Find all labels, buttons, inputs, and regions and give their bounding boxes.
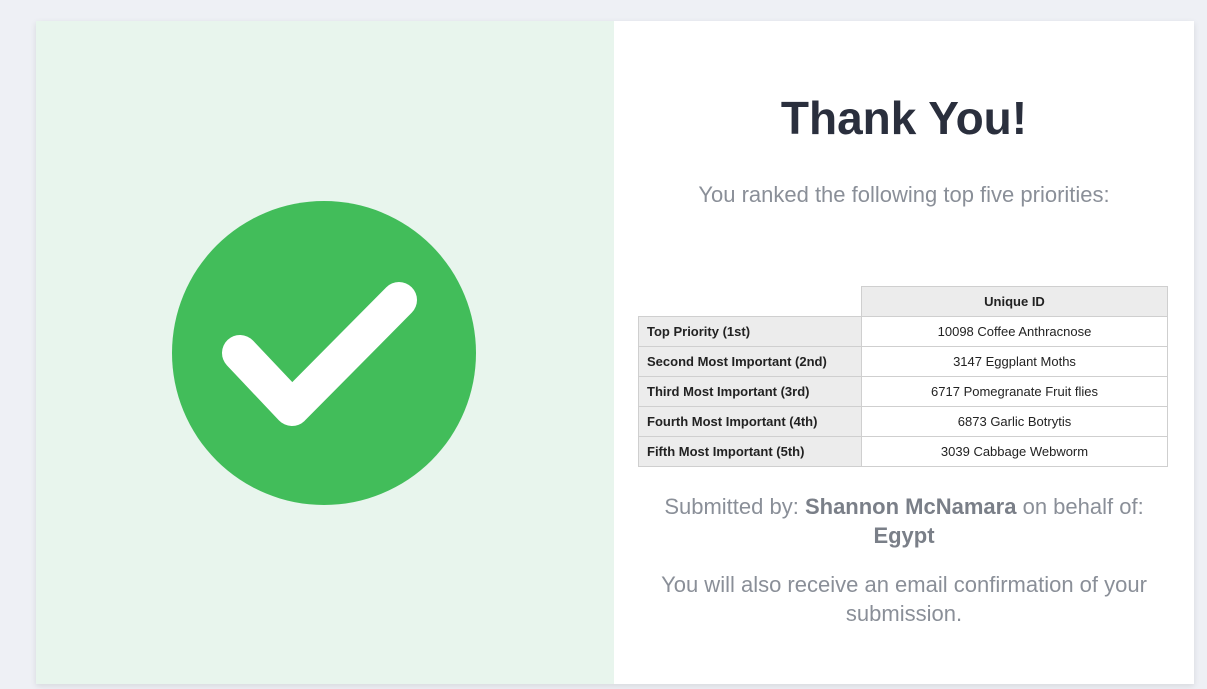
submitter-name: Shannon McNamara (804, 494, 1017, 519)
priorities-table: Unique ID Top Priority (1st) 10098 Coffe… (638, 286, 1168, 467)
details-panel: Thank You! You ranked the following top … (614, 21, 1194, 684)
page-title: Thank You! (780, 92, 1028, 144)
confirmation-card: Thank You! You ranked the following top … (36, 21, 1194, 684)
email-confirmation-note: You will also receive an email confirmat… (661, 572, 1147, 626)
row-value: 6873 Garlic Botrytis (861, 406, 1168, 437)
success-panel (36, 21, 614, 684)
row-value: 6717 Pomegranate Fruit flies (861, 376, 1168, 407)
subtitle: You ranked the following top five priori… (698, 182, 1110, 207)
row-value: 10098 Coffee Anthracnose (861, 316, 1168, 347)
table-row: Second Most Important (2nd) 3147 Eggplan… (638, 346, 1168, 377)
table-row: Fourth Most Important (4th) 6873 Garlic … (638, 406, 1168, 437)
submitted-by-text: Submitted by: Shannon McNamara on behalf… (644, 492, 1164, 550)
checkmark-circle-icon (172, 201, 476, 505)
row-value: 3039 Cabbage Webworm (861, 436, 1168, 467)
table-header-blank (638, 286, 862, 317)
row-label: Fourth Most Important (4th) (638, 406, 862, 437)
row-label: Second Most Important (2nd) (638, 346, 862, 377)
row-label: Fifth Most Important (5th) (638, 436, 862, 467)
submitted-prefix: Submitted by: (664, 494, 799, 519)
table-row: Fifth Most Important (5th) 3039 Cabbage … (638, 436, 1168, 467)
table-header-row: Unique ID (638, 286, 1168, 317)
row-value: 3147 Eggplant Moths (861, 346, 1168, 377)
table-row: Third Most Important (3rd) 6717 Pomegran… (638, 376, 1168, 407)
row-label: Top Priority (1st) (638, 316, 862, 347)
table-row: Top Priority (1st) 10098 Coffee Anthracn… (638, 316, 1168, 347)
table-header-unique-id: Unique ID (861, 286, 1168, 317)
submitter-country: Egypt (873, 523, 935, 548)
submitted-middle: on behalf of: (1022, 494, 1144, 519)
row-label: Third Most Important (3rd) (638, 376, 862, 407)
